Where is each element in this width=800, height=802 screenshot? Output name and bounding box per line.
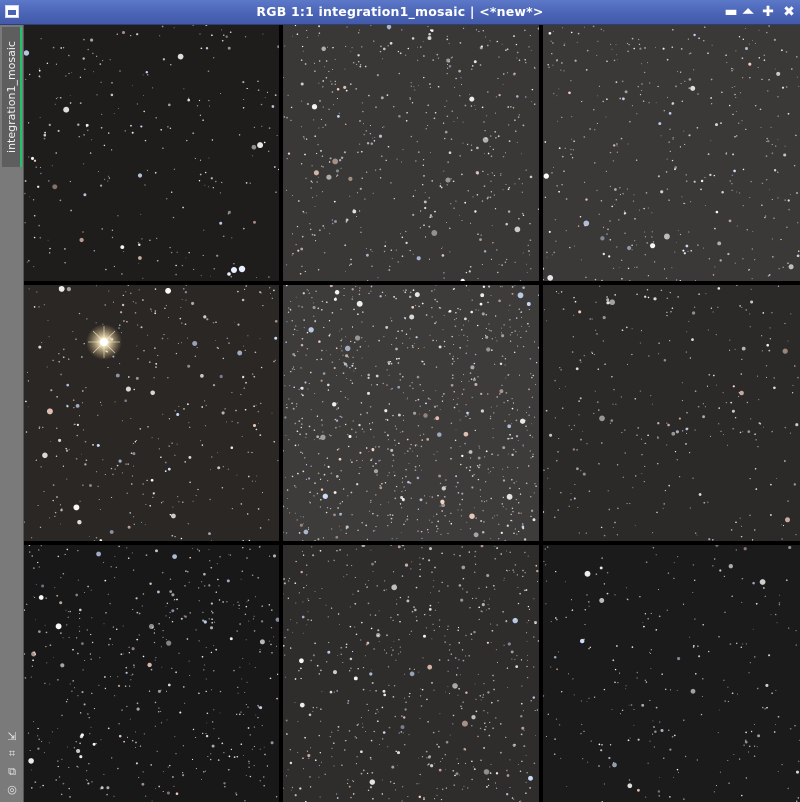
tile-3-3	[543, 545, 800, 802]
zoom-fit-icon[interactable]: ⇲	[5, 730, 19, 744]
tile-3-1	[24, 545, 279, 802]
minimize-button[interactable]: ▬	[723, 3, 739, 21]
close-button[interactable]: ✖	[781, 3, 797, 21]
tile-1-1	[24, 25, 279, 281]
star-field	[543, 285, 799, 541]
view-identifier-tab[interactable]: integration1_mosaic	[2, 27, 22, 167]
tile-3-2	[283, 545, 539, 802]
tile-1-3	[543, 25, 800, 281]
view-tab-label: integration1_mosaic	[5, 41, 18, 153]
tile-1-2	[283, 25, 539, 281]
star-field	[283, 285, 539, 541]
star-field	[543, 25, 800, 281]
clone-icon[interactable]: ⧉	[5, 765, 19, 779]
star-field	[24, 285, 279, 541]
star-field	[24, 545, 279, 802]
tile-2-3	[543, 285, 800, 541]
star-field	[283, 545, 539, 802]
star-field	[24, 25, 279, 279]
tile-2-1	[24, 285, 279, 541]
maximize-button[interactable]: ✚	[760, 3, 776, 21]
view-sidebar: integration1_mosaic ⇲ ⌗ ⧉ ◎	[0, 25, 24, 802]
tile-2-2	[283, 285, 539, 541]
window-titlebar[interactable]: RGB 1:1 integration1_mosaic | <*new*> ▬ …	[0, 0, 800, 25]
star-field	[283, 25, 539, 281]
star-field	[543, 545, 800, 802]
settings-icon[interactable]: ◎	[5, 783, 19, 797]
window-title: RGB 1:1 integration1_mosaic | <*new*>	[256, 4, 544, 19]
shade-button[interactable]: ⏶	[740, 3, 756, 21]
image-mosaic-view[interactable]	[24, 25, 800, 802]
crop-icon[interactable]: ⌗	[5, 747, 19, 761]
